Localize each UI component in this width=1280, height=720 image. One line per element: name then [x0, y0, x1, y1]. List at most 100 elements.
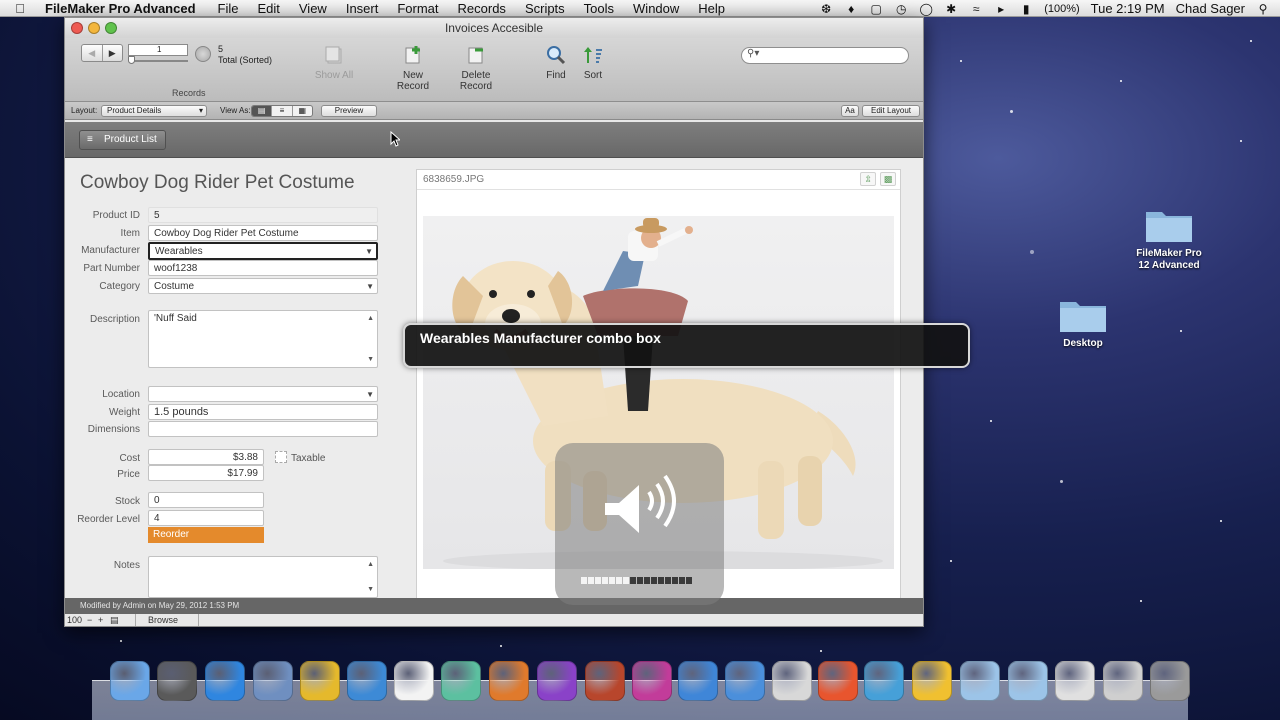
zoom-in-icon[interactable]: + [98, 614, 103, 626]
zoom-window-icon[interactable] [105, 22, 117, 34]
view-as-form-icon[interactable]: ▤ [252, 106, 272, 116]
app-store-icon[interactable] [205, 661, 245, 701]
monitor-app-icon[interactable] [864, 661, 904, 701]
grid-app-icon[interactable] [489, 661, 529, 701]
omnifocus-icon[interactable] [537, 661, 577, 701]
part-number-field[interactable]: woof1238 [148, 260, 378, 276]
accessibility-icon[interactable]: ◯ [919, 3, 933, 15]
menu-scripts[interactable]: Scripts [525, 1, 565, 16]
scroll-arrows-icon[interactable]: ▲ ▼ [367, 559, 374, 595]
record-slider[interactable] [128, 56, 188, 64]
calendar-icon[interactable] [394, 661, 434, 701]
developer-icon[interactable] [725, 661, 765, 701]
status-toolbar: ◀ ▶ 1 5 Total (Sorted) Records Show All … [65, 38, 923, 102]
voiceover-icon[interactable]: ▢ [869, 3, 883, 15]
clock[interactable]: Tue 2:19 PM [1091, 1, 1165, 16]
menu-edit[interactable]: Edit [257, 1, 279, 16]
menu-help[interactable]: Help [698, 1, 725, 16]
taxable-checkbox[interactable] [275, 451, 287, 463]
delete-image-icon[interactable]: ▩ [880, 172, 896, 186]
chevron-down-icon[interactable]: ▼ [366, 281, 374, 292]
close-window-icon[interactable] [71, 22, 83, 34]
layout-select[interactable]: Product Details ▾ [101, 105, 207, 117]
window-bottom-bar: 100 − + ▤ Browse [65, 614, 923, 626]
minimize-window-icon[interactable] [88, 22, 100, 34]
manufacturer-combo-box[interactable]: Wearables ▼ [148, 242, 378, 260]
stock-field[interactable]: 0 [148, 492, 264, 508]
presentation-icon[interactable] [818, 661, 858, 701]
menu-records[interactable]: Records [458, 1, 506, 16]
dimensions-field[interactable] [148, 421, 378, 437]
user-name[interactable]: Chad Sager [1176, 1, 1245, 16]
mail-stamp-icon[interactable] [253, 661, 293, 701]
safari-icon[interactable] [347, 661, 387, 701]
app-menu[interactable]: FileMaker Pro Advanced [45, 1, 196, 16]
reorder-level-field[interactable]: 4 [148, 510, 264, 526]
flower-app-icon[interactable] [912, 661, 952, 701]
weight-field[interactable]: 1.5 pounds [148, 404, 378, 420]
menu-tools[interactable]: Tools [584, 1, 614, 16]
location-select[interactable]: ▼ [148, 386, 378, 402]
desktop-icon-desktop[interactable]: Desktop [1043, 296, 1123, 350]
folder-icon[interactable] [960, 661, 1000, 701]
desktop-icon-filemaker[interactable]: FileMaker Pro 12 Advanced [1124, 206, 1214, 272]
description-textarea[interactable]: 'Nuff Said ▲ ▼ [148, 310, 378, 368]
pink-app-icon[interactable] [632, 661, 672, 701]
menu-window[interactable]: Window [633, 1, 679, 16]
next-record-icon[interactable]: ▶ [103, 45, 123, 61]
battery-icon[interactable]: ▮ [1019, 3, 1033, 15]
apple-menu-icon[interactable]:  [0, 1, 40, 16]
product-list-button[interactable]: ≡ Product List [79, 130, 166, 150]
menu-file[interactable]: File [218, 1, 239, 16]
preview-button[interactable]: Preview [321, 105, 377, 117]
new-record-button[interactable]: New Record [386, 44, 440, 92]
instruments-icon[interactable] [585, 661, 625, 701]
previous-record-icon[interactable]: ◀ [82, 45, 103, 61]
toggle-status-toolbar-icon[interactable]: ▤ [110, 614, 119, 626]
chevron-down-icon[interactable]: ▼ [366, 389, 374, 400]
chevron-down-icon[interactable]: ▼ [365, 246, 373, 257]
bluetooth-icon[interactable]: ✱ [944, 3, 958, 15]
launchpad-icon[interactable] [157, 661, 197, 701]
format-bar-icon[interactable]: Aa [841, 105, 859, 117]
menu-view[interactable]: View [299, 1, 327, 16]
network-icon[interactable] [441, 661, 481, 701]
find-button[interactable]: Find [542, 44, 570, 81]
cost-field[interactable]: $3.88 [148, 449, 264, 465]
blank-doc-icon[interactable] [772, 661, 812, 701]
price-field[interactable]: $17.99 [148, 465, 264, 481]
menu-insert[interactable]: Insert [346, 1, 379, 16]
finder-icon[interactable] [110, 661, 150, 701]
sort-button[interactable]: Sort [579, 44, 607, 81]
show-all-button[interactable]: Show All [313, 44, 355, 81]
category-select[interactable]: Costume ▼ [148, 278, 378, 294]
evernote-icon[interactable]: ♦ [844, 3, 858, 15]
export-image-icon[interactable]: ⇫ [860, 172, 876, 186]
time-machine-icon[interactable]: ◷ [894, 3, 908, 15]
record-number-field[interactable]: 1 [128, 44, 188, 56]
ring-app-icon[interactable] [300, 661, 340, 701]
item-field[interactable]: Cowboy Dog Rider Pet Costume [148, 225, 378, 241]
edit-layout-button[interactable]: Edit Layout [862, 105, 920, 117]
dropbox-icon[interactable]: ❆ [819, 3, 833, 15]
view-as-list-icon[interactable]: ≡ [271, 106, 291, 116]
layout-label: Layout: [71, 106, 98, 115]
zoom-level[interactable]: 100 [67, 614, 82, 626]
zoom-out-icon[interactable]: − [87, 614, 92, 626]
volume-icon[interactable]: ▸ [994, 3, 1008, 15]
scroll-arrows-icon[interactable]: ▲ ▼ [367, 313, 374, 365]
menu-format[interactable]: Format [397, 1, 438, 16]
notes-textarea[interactable]: ▲ ▼ [148, 556, 378, 598]
window-stack-icon[interactable] [1103, 661, 1143, 701]
xcode-icon[interactable] [678, 661, 718, 701]
spotlight-search-icon[interactable]: ⚲ [1256, 3, 1270, 15]
wifi-icon[interactable]: ≈ [969, 3, 983, 15]
mode-indicator[interactable]: Browse [135, 614, 199, 626]
view-as-table-icon[interactable]: ▦ [291, 106, 312, 116]
documents-stack-icon[interactable] [1055, 661, 1095, 701]
quick-find-search-input[interactable]: ⚲▾ [741, 47, 909, 64]
folder-icon-2[interactable] [1008, 661, 1048, 701]
trash-icon[interactable] [1150, 661, 1190, 701]
delete-record-button[interactable]: Delete Record [445, 44, 507, 92]
record-slider-thumb[interactable] [128, 56, 135, 64]
